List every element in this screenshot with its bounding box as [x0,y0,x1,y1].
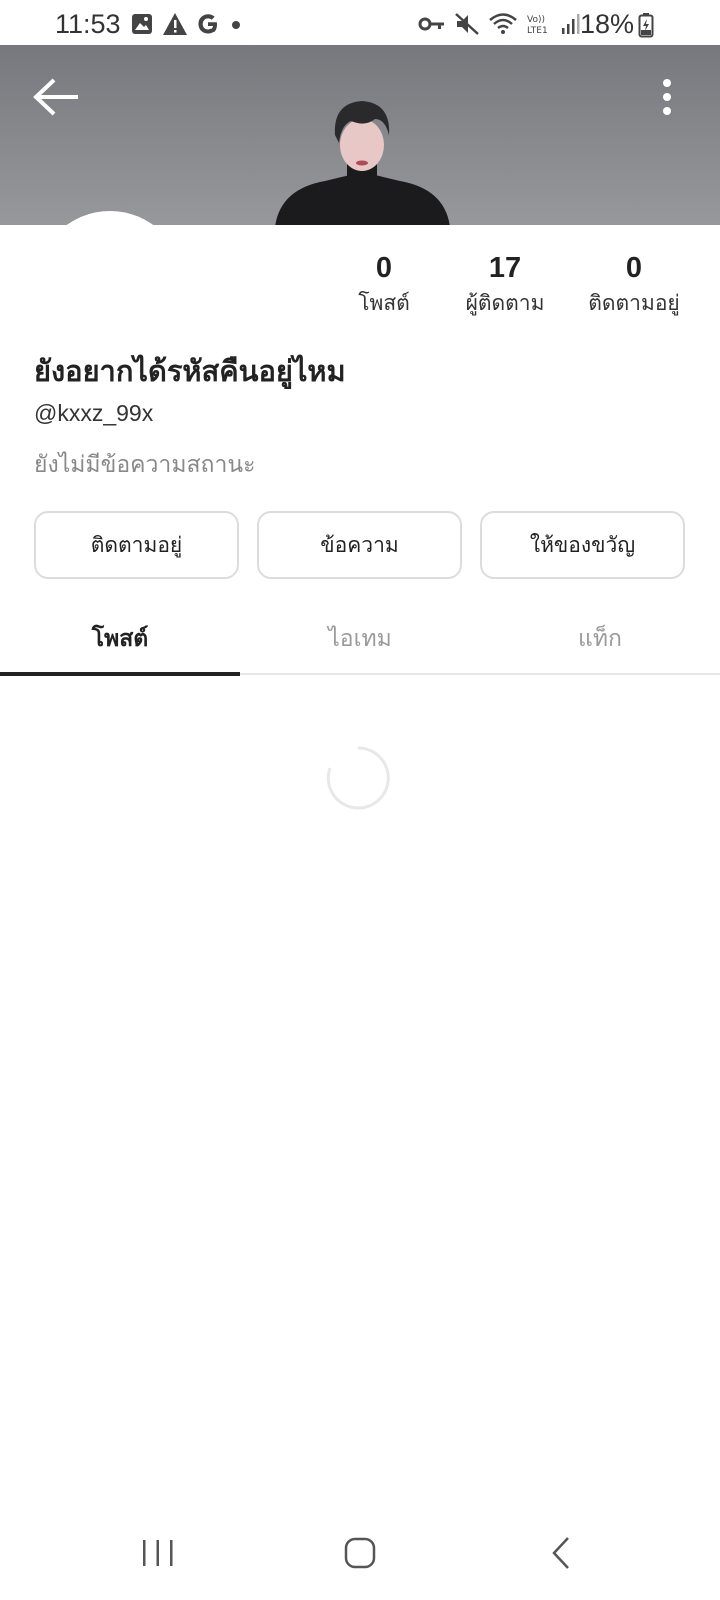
active-tab-indicator [0,672,240,676]
status-system-icons: Vo)) LTE1 [418,12,580,36]
wifi-icon [489,13,517,34]
stat-posts-label: โพสต์ [358,291,410,315]
following-button[interactable]: ติดตามอยู่ [34,511,239,579]
tab-posts[interactable]: โพสต์ [0,603,240,675]
google-icon [198,14,217,34]
profile-tabs: โพสต์ ไอเทม แท็ก [0,603,720,676]
profile-stats: 0 โพสต์ 17 ผู้ติดตาม 0 ติดตามอยู่ [352,252,720,324]
signal-icon [562,14,580,34]
profile-cover [0,45,720,225]
stat-followers-count: 17 [488,252,522,284]
back-arrow-icon[interactable] [32,75,82,119]
profile-status-text: ยังไม่มีข้อความสถานะ [34,452,256,478]
svg-text:LTE1: LTE1 [527,26,548,36]
warning-icon [163,13,187,35]
avatar[interactable] [36,211,184,225]
stat-following-count: 0 [625,252,643,284]
status-notification-icons [130,12,244,36]
loading-spinner-icon [326,746,390,810]
back-nav-icon[interactable] [532,1530,592,1576]
recent-apps-icon[interactable] [128,1530,188,1576]
stat-followers-label: ผู้ติดตาม [465,291,545,315]
stat-following-label: ติดตามอยู่ [588,291,680,315]
image-icon [132,14,152,34]
gift-button[interactable]: ให้ของขวัญ [480,511,685,579]
stat-following[interactable]: 0 ติดตามอยู่ [574,252,694,320]
profile-handle: @kxxz_99x [34,400,154,426]
home-icon[interactable] [330,1530,390,1576]
stat-followers[interactable]: 17 ผู้ติดตาม [460,252,550,320]
avatar-character-image [275,101,450,225]
mute-icon [455,13,479,35]
battery-icon [638,13,654,38]
battery-percent: 18% [579,9,634,39]
profile-name: ยังอยากได้รหัสคืนอยู่ไหม [34,354,346,388]
key-icon [418,17,444,31]
stat-posts-count: 0 [375,252,393,284]
svg-text:Vo)): Vo)) [527,15,545,25]
tab-items[interactable]: ไอเทม [240,603,480,675]
more-options-icon[interactable] [654,75,680,119]
status-time: 11:53 [55,9,121,39]
message-button[interactable]: ข้อความ [257,511,462,579]
stat-posts[interactable]: 0 โพสต์ [352,252,416,320]
volte-icon: Vo)) LTE1 [527,15,548,36]
dot-icon [232,21,240,29]
tab-tags[interactable]: แท็ก [480,603,720,675]
system-navigation-bar [0,1500,720,1600]
